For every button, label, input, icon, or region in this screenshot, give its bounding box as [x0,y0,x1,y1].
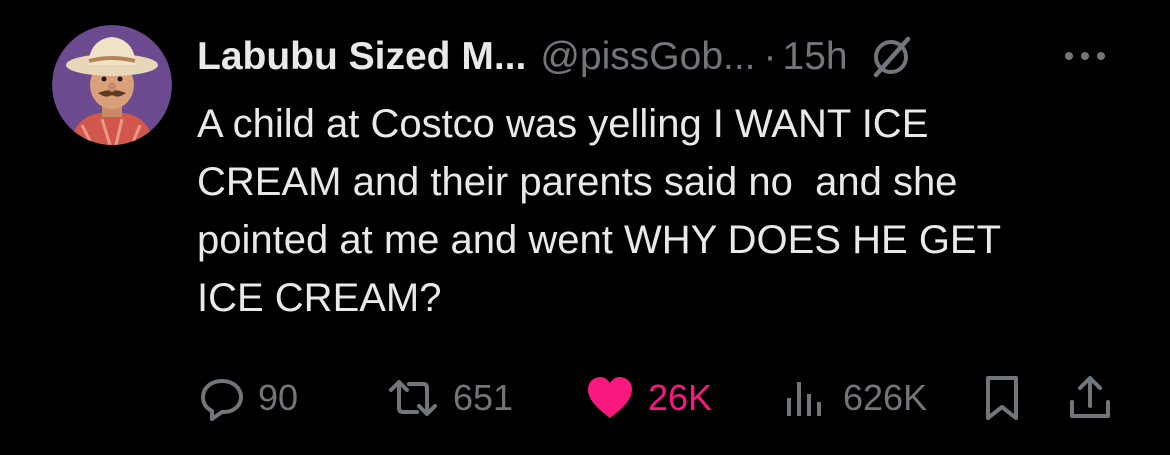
reply-icon [201,379,243,421]
views-count: 626K [843,377,928,418]
author-display-name[interactable]: Labubu Sized M... [197,35,526,79]
tweet-text-line: pointed at me and went WHY DOES HE GET [197,218,1002,262]
reply-button[interactable]: 90 [198,370,298,426]
more-icon[interactable] [1055,46,1115,66]
grok-icon[interactable] [868,34,914,80]
author-avatar[interactable] [52,25,172,145]
share-icon [1070,376,1110,418]
retweet-button[interactable]: 651 [385,370,513,426]
tweet-actions: 90 651 26K 626K [0,370,1170,426]
tweet-header: Labubu Sized M... @pissGob... · 15h [197,32,914,82]
avatar-farmer-icon [52,25,172,145]
views-icon [787,382,821,416]
tweet-timestamp[interactable]: 15h [783,35,848,79]
like-button[interactable]: 26K [584,370,712,426]
tweet-text-line: A child at Costco was yelling I WANT ICE [197,102,929,146]
tweet[interactable]: Labubu Sized M... @pissGob... · 15h A ch… [0,0,1170,455]
retweet-count: 651 [453,377,514,418]
bookmark-button[interactable] [980,370,1024,426]
bookmark-icon [986,376,1018,420]
retweet-icon [389,380,437,416]
tweet-text-line: CREAM and their parents said no and she [197,160,958,204]
views-button[interactable]: 626K [781,370,927,426]
share-button[interactable] [1066,370,1114,426]
reply-count: 90 [258,377,299,418]
tweet-text: A child at Costco was yelling I WANT ICE… [197,95,1127,327]
like-count: 26K [648,377,713,418]
author-handle[interactable]: @pissGob... [540,35,755,79]
header-separator: · [763,35,777,78]
heart-icon [588,377,632,418]
tweet-text-line: ICE CREAM? [197,276,442,320]
